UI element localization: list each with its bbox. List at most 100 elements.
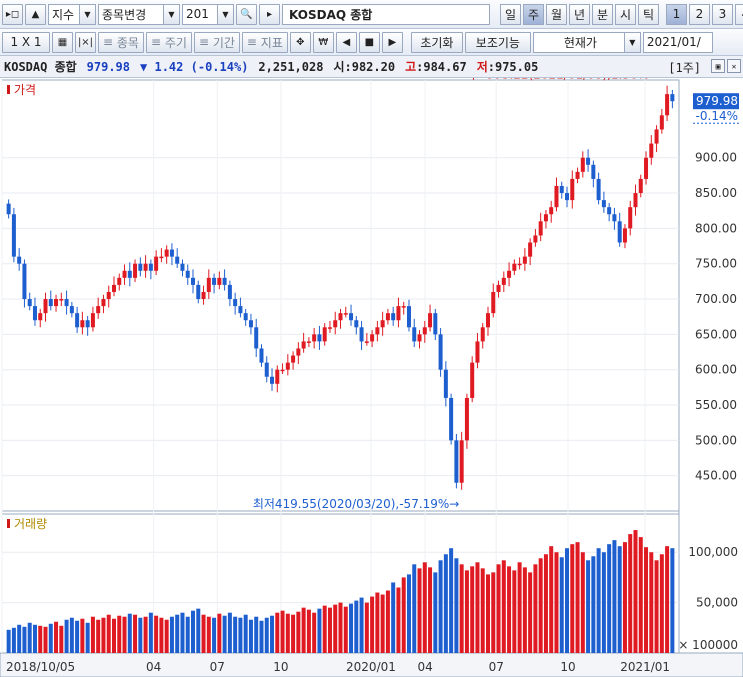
price-tick-label: 850.00 xyxy=(695,186,737,200)
date-input[interactable]: 2021/01/ xyxy=(642,31,713,53)
stop-icon[interactable]: ■ xyxy=(358,31,380,53)
stock-chart[interactable]: 900.00 850.00 800.00 750.00 700.00 650.00 600.… xyxy=(0,78,743,677)
candle-body xyxy=(180,263,185,271)
volume-bar xyxy=(259,620,264,653)
cycle-button[interactable]: ≡ 주기 xyxy=(145,31,192,53)
time-tick-label: 2021/01 xyxy=(620,660,670,674)
volume-bar xyxy=(248,619,253,653)
code-input[interactable]: 201 ▼ xyxy=(182,3,234,25)
candle-body xyxy=(438,334,443,370)
next-icon[interactable]: ▶ xyxy=(381,31,403,53)
volume-bar xyxy=(22,626,27,653)
volume-bar xyxy=(491,572,496,653)
volume-bar xyxy=(628,534,633,653)
chart-type-icon[interactable]: ▸◻ xyxy=(2,3,23,25)
index-type-select[interactable]: 지수 ▼ xyxy=(48,3,96,25)
volume-bar xyxy=(69,617,74,653)
candle-body xyxy=(148,263,153,271)
period-day[interactable]: 일 xyxy=(500,3,521,25)
period-minute[interactable]: 분 xyxy=(592,3,613,25)
chart-canvas[interactable]: 900.00 850.00 800.00 750.00 700.00 650.00 600.… xyxy=(0,78,743,677)
candle-body xyxy=(601,200,606,208)
candle-body xyxy=(191,277,196,285)
info-price: 979.98 xyxy=(86,59,131,74)
price-legend-marker xyxy=(7,85,10,94)
move-icon[interactable]: ✥ xyxy=(289,31,311,53)
period-month[interactable]: 월 xyxy=(546,3,567,25)
reset-button[interactable]: 초기화 xyxy=(410,31,463,53)
scroll-up-icon[interactable]: ▲ xyxy=(25,3,46,25)
candle-body xyxy=(154,256,159,271)
period-week[interactable]: 주 xyxy=(523,3,544,25)
volume-bar xyxy=(649,552,654,653)
candle-body xyxy=(101,299,106,307)
volume-bar xyxy=(264,617,269,653)
volume-bar xyxy=(528,572,533,653)
volume-bar xyxy=(85,622,90,653)
candle-body xyxy=(622,228,627,243)
volume-bar xyxy=(296,611,301,653)
candle-body xyxy=(428,313,433,328)
volume-bar xyxy=(185,616,190,653)
volume-bar xyxy=(554,552,559,653)
screen-1[interactable]: 1 xyxy=(666,3,687,25)
helper-button[interactable]: 보조기능 xyxy=(464,31,531,53)
chart-toolbar: 1 X 1 ▦ |×| ≡ 종목 ≡ 주기 ≡ 기간 ≡ 지표 ✥ ₩ ◀ ■ … xyxy=(0,29,743,56)
volume-bar xyxy=(596,548,601,653)
volume-bar xyxy=(464,570,469,653)
volume-bar xyxy=(338,602,343,653)
term-button[interactable]: ≡ 기간 xyxy=(193,31,240,53)
volume-bar xyxy=(127,613,132,653)
info-open: :982.20 xyxy=(344,59,396,74)
volume-bar xyxy=(522,567,527,653)
volume-bar xyxy=(507,566,512,653)
candle-icon[interactable]: ₩ xyxy=(312,31,334,53)
next-item-icon[interactable]: ▸ xyxy=(259,3,280,25)
time-tick-label: 2020/01 xyxy=(346,660,396,674)
volume-bar xyxy=(106,614,111,653)
change-item-label: 종목변경 xyxy=(102,7,147,22)
candle-body xyxy=(285,362,290,370)
candle-body xyxy=(385,313,390,321)
volume-bar xyxy=(612,540,617,653)
volume-bar xyxy=(175,614,180,653)
grid-icon[interactable]: ▦ xyxy=(52,31,73,53)
restore-icon[interactable]: ▣ xyxy=(711,59,725,73)
volume-bar xyxy=(343,606,348,653)
candle-body xyxy=(11,214,16,257)
volume-bar xyxy=(138,617,143,653)
item-button[interactable]: ≡ 종목 xyxy=(98,31,144,53)
volume-bar xyxy=(64,619,69,653)
scale-button[interactable]: 1 X 1 xyxy=(2,31,50,53)
volume-bar xyxy=(154,615,159,653)
index-type-value: 지수 xyxy=(52,7,75,22)
volume-bar xyxy=(659,554,664,653)
volume-bar xyxy=(280,610,285,653)
period-year[interactable]: 년 xyxy=(569,3,590,25)
volume-bar xyxy=(622,542,627,653)
split-icon[interactable]: |×| xyxy=(75,31,96,53)
screen-3[interactable]: 3 xyxy=(712,3,733,25)
candle-body xyxy=(654,129,659,144)
volume-bar xyxy=(428,567,433,653)
candle-body xyxy=(538,221,543,236)
volume-bar xyxy=(580,552,585,653)
period-tick[interactable]: 틱 xyxy=(638,3,659,25)
screen-4[interactable]: 4 xyxy=(735,3,743,25)
candle-body xyxy=(638,178,643,194)
screen-2[interactable]: 2 xyxy=(689,3,710,25)
volume-bar xyxy=(17,624,22,653)
prev-icon[interactable]: ◀ xyxy=(335,31,357,53)
change-item-select[interactable]: 종목변경 ▼ xyxy=(98,3,180,25)
close-icon[interactable]: ✕ xyxy=(727,59,741,73)
volume-bar xyxy=(443,554,448,653)
candle-body xyxy=(443,369,448,398)
volume-bar xyxy=(617,546,622,653)
indicator-button[interactable]: ≡ 지표 xyxy=(241,31,288,53)
volume-bar xyxy=(364,602,369,653)
price-mode-select[interactable]: 현재가 ▼ xyxy=(532,31,641,53)
volume-bar xyxy=(501,560,506,653)
period-hour[interactable]: 시 xyxy=(615,3,636,25)
search-icon[interactable]: 🔍 xyxy=(236,3,257,25)
info-change: 1.42 xyxy=(154,59,184,74)
